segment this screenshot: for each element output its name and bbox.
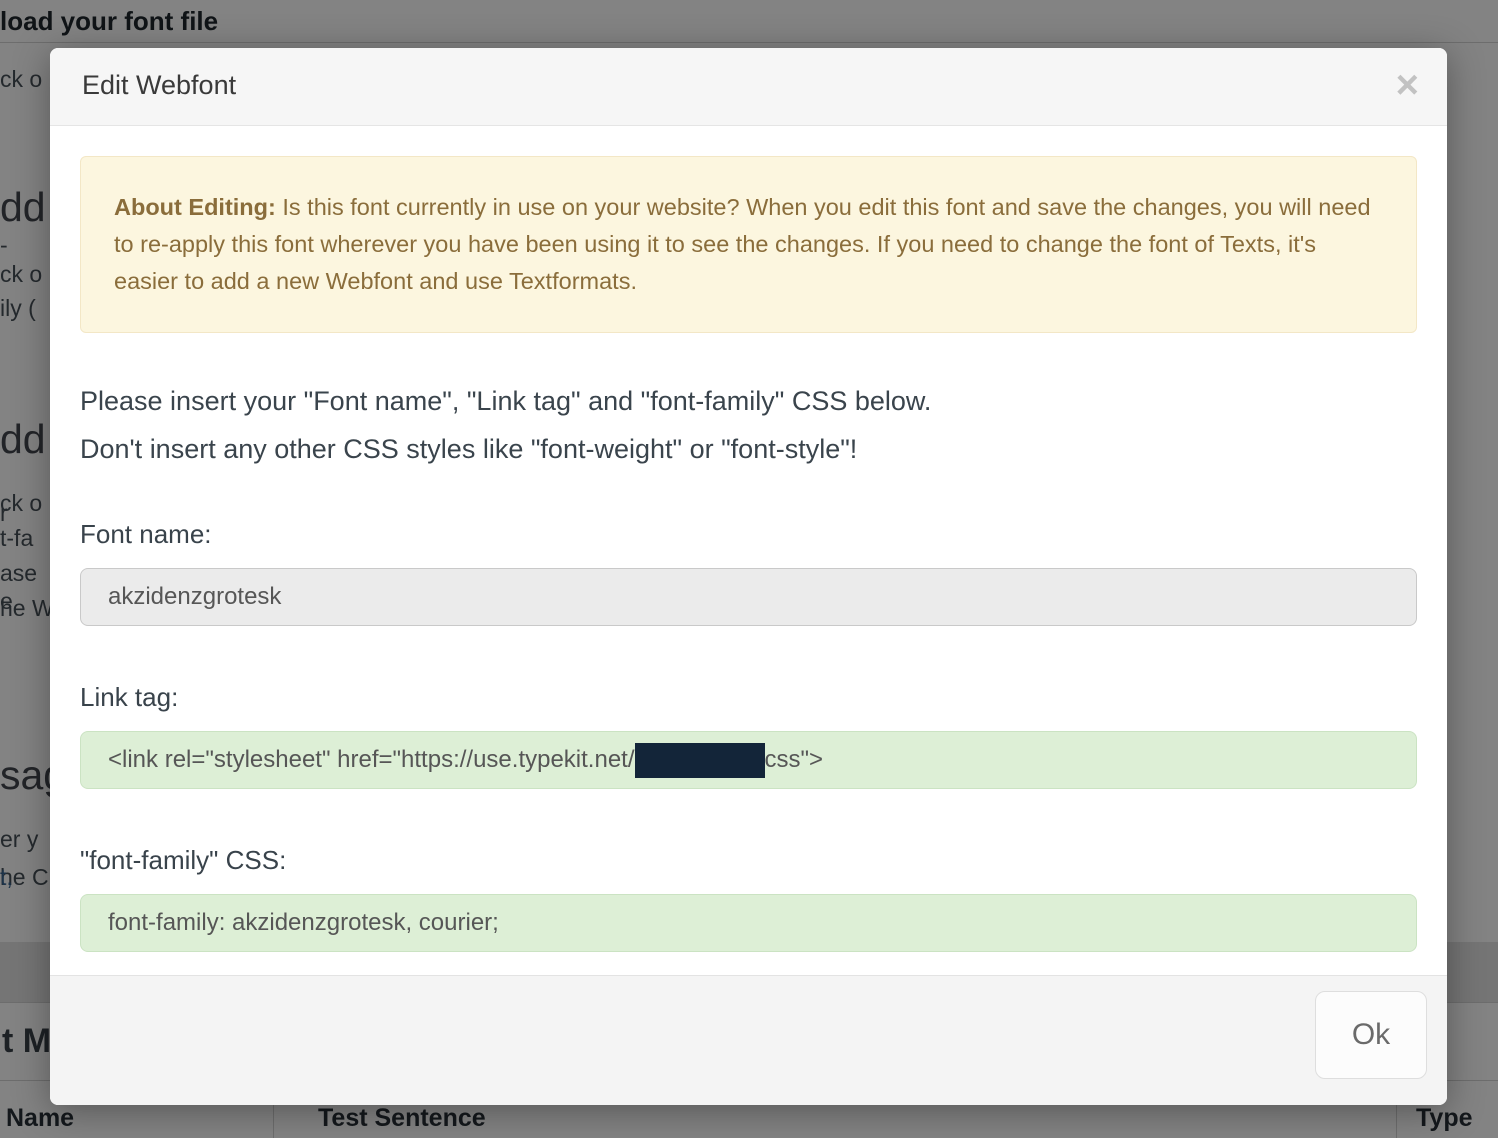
edit-webfont-modal: Edit Webfont × About Editing: Is this fo… bbox=[50, 48, 1447, 1105]
ok-button[interactable]: Ok bbox=[1315, 991, 1427, 1079]
close-icon[interactable]: × bbox=[1396, 61, 1419, 109]
modal-title: Edit Webfont bbox=[82, 70, 236, 101]
link-tag-text-after: css"> bbox=[765, 746, 824, 773]
instruction-line-2: Don't insert any other CSS styles like "… bbox=[80, 425, 1417, 473]
alert-text: Is this font currently in use on your we… bbox=[114, 194, 1371, 294]
font-name-label: Font name: bbox=[80, 517, 1417, 551]
link-tag-label: Link tag: bbox=[80, 680, 1417, 714]
modal-footer: Ok bbox=[50, 975, 1447, 1105]
modal-header: Edit Webfont × bbox=[50, 48, 1447, 126]
instruction-line-1: Please insert your "Font name", "Link ta… bbox=[80, 377, 1417, 425]
font-name-input[interactable] bbox=[80, 568, 1417, 626]
modal-body: About Editing: Is this font currently in… bbox=[50, 156, 1447, 952]
alert-label: About Editing: bbox=[114, 194, 276, 220]
instructions: Please insert your "Font name", "Link ta… bbox=[80, 377, 1417, 473]
link-tag-input[interactable]: <link rel="stylesheet" href="https://use… bbox=[80, 731, 1417, 789]
about-editing-alert: About Editing: Is this font currently in… bbox=[80, 156, 1417, 333]
font-family-css-input[interactable] bbox=[80, 894, 1417, 952]
font-family-css-label: "font-family" CSS: bbox=[80, 843, 1417, 877]
redaction-box bbox=[635, 743, 765, 778]
link-tag-text-before: <link rel="stylesheet" href="https://use… bbox=[108, 746, 635, 773]
page: load your font file ck o dd ck o ily ( d… bbox=[0, 0, 1498, 1138]
